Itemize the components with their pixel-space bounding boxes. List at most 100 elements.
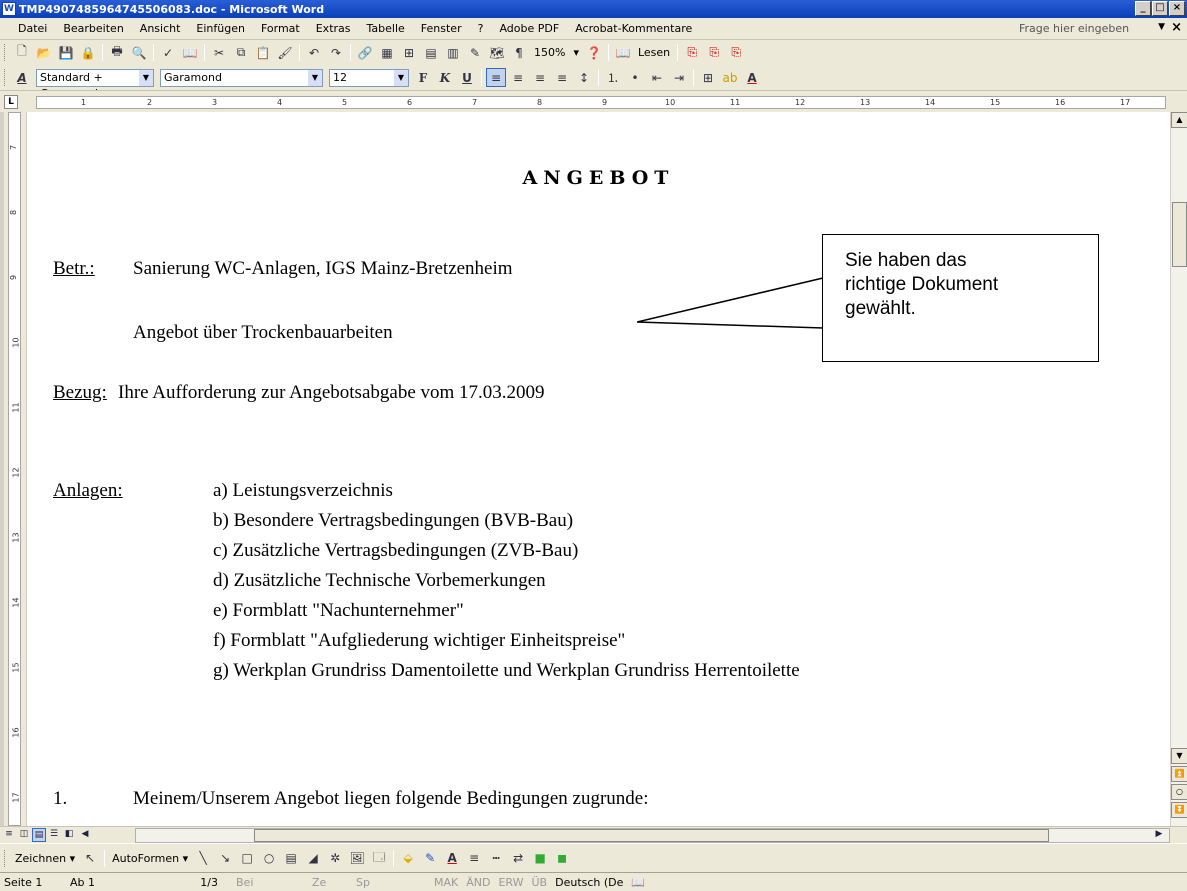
outline-view-icon[interactable]: ☰ [47,828,61,842]
research-icon[interactable]: 📖 [180,43,200,62]
line-icon[interactable]: ╲ [193,849,213,868]
zoom-value[interactable]: 150% [534,46,565,59]
scroll-up-icon[interactable]: ▲ [1171,112,1187,128]
permission-icon[interactable]: 🔒 [78,43,98,62]
bullets-icon[interactable]: • [625,68,645,87]
arrow-icon[interactable]: ↘ [215,849,235,868]
read-icon[interactable]: 📖 [613,43,633,62]
paste-icon[interactable]: 📋 [253,43,273,62]
redo-icon[interactable]: ↷ [326,43,346,62]
browse-object-icon[interactable]: ○ [1171,784,1187,800]
zeichnen-menu[interactable]: Zeichnen ▾ [15,852,75,865]
chevron-down-icon[interactable]: ▼ [139,69,153,86]
italic-button[interactable]: K [435,68,455,87]
3d-icon[interactable]: ◼ [552,849,572,868]
highlight-icon[interactable]: ab [720,68,740,87]
format-painter-icon[interactable]: 🖌 [275,43,295,62]
menu-extras[interactable]: Extras [308,22,359,35]
copy-icon[interactable]: ⧉ [231,43,251,62]
menu-einfuegen[interactable]: Einfügen [188,22,253,35]
drawing-icon[interactable]: ✎ [465,43,485,62]
menu-fenster[interactable]: Fenster [413,22,470,35]
normal-view-icon[interactable]: ≡ [2,828,16,842]
styles-formatting-icon[interactable]: A [12,68,32,87]
chevron-down-icon[interactable]: ▼ [308,69,322,86]
insert-picture-icon[interactable]: 🗔 [369,849,389,868]
menu-ansicht[interactable]: Ansicht [132,22,189,35]
tables-borders-icon[interactable]: ▦ [377,43,397,62]
toolbar-grip[interactable] [4,849,7,867]
undo-icon[interactable]: ↶ [304,43,324,62]
tab-selector-icon[interactable]: L [4,95,18,109]
shadow-icon[interactable]: ■ [530,849,550,868]
font-color-icon[interactable]: A [742,68,762,87]
horizontal-ruler[interactable]: 1 2 3 4 5 6 7 8 9 10 11 12 13 14 15 16 1… [36,96,1166,109]
menu-datei[interactable]: Datei [10,22,55,35]
pdf-convert-icon[interactable]: ⎘ [682,43,702,62]
document-map-icon[interactable]: 🗺 [487,43,507,62]
close-document-button[interactable]: × [1171,20,1182,35]
increase-indent-icon[interactable]: ⇥ [669,68,689,87]
line-spacing-icon[interactable]: ↕ [574,68,594,87]
insert-excel-icon[interactable]: ▤ [421,43,441,62]
columns-icon[interactable]: ▥ [443,43,463,62]
menu-adobe-pdf[interactable]: Adobe PDF [491,22,567,35]
menu-format[interactable]: Format [253,22,308,35]
clipart-icon[interactable]: 🖼 [347,849,367,868]
border-icon[interactable]: ⊞ [698,68,718,87]
chevron-down-icon[interactable]: ▼ [394,69,408,86]
bold-button[interactable]: F [413,68,433,87]
line-style-icon[interactable]: ≡ [464,849,484,868]
status-overtype[interactable]: ÜB [528,876,552,889]
status-macro[interactable]: MAK [430,876,462,889]
menu-tabelle[interactable]: Tabelle [359,22,413,35]
previous-page-icon[interactable]: ⏫ [1171,766,1187,782]
vertical-scrollbar[interactable]: ▲ ▼ ⏫ ○ ⏬ [1170,112,1187,826]
print-preview-icon[interactable]: 🔍 [129,43,149,62]
insert-table-icon[interactable]: ⊞ [399,43,419,62]
arrow-style-icon[interactable]: ⇄ [508,849,528,868]
align-right-icon[interactable]: ≡ [530,68,550,87]
underline-button[interactable]: U [457,68,477,87]
scroll-down-icon[interactable]: ▼ [1171,748,1187,764]
next-page-icon[interactable]: ⏬ [1171,802,1187,818]
status-track-changes[interactable]: ÄND [462,876,494,889]
scroll-left-icon[interactable]: ◀ [78,828,92,842]
dash-style-icon[interactable]: ┅ [486,849,506,868]
zoom-dropdown-icon[interactable]: ▾ [573,46,579,59]
document-page[interactable]: ANGEBOT Betr.: Sanierung WC-Anlagen, IGS… [27,112,1170,826]
align-center-icon[interactable]: ≡ [508,68,528,87]
font-size-select[interactable]: 12 ▼ [329,68,409,87]
toolbar-grip[interactable] [4,44,7,61]
new-document-icon[interactable]: 🗋 [12,43,32,62]
callout-box[interactable]: Sie haben das richtige Dokument gewählt. [822,234,1099,362]
justify-icon[interactable]: ≡ [552,68,572,87]
pdf-email-icon[interactable]: ⎘ [704,43,724,62]
wordart-icon[interactable]: ◢ [303,849,323,868]
read-button[interactable]: Lesen [638,46,670,59]
print-icon[interactable]: 🖶 [107,43,127,62]
rectangle-icon[interactable]: □ [237,849,257,868]
maximize-button[interactable]: □ [1152,1,1168,16]
spelling-status-icon[interactable]: 📖 [627,876,649,889]
reading-view-icon[interactable]: ◧ [62,828,76,842]
save-icon[interactable]: 💾 [56,43,76,62]
menu-bearbeiten[interactable]: Bearbeiten [55,22,131,35]
show-hide-icon[interactable]: ¶ [509,43,529,62]
oval-icon[interactable]: ○ [259,849,279,868]
align-left-icon[interactable]: ≡ [486,68,506,87]
word-app-icon[interactable]: W [2,2,16,16]
minimize-button[interactable]: _ [1135,1,1151,16]
help-search-input[interactable]: Frage hier eingeben [1015,21,1145,37]
line-color-icon[interactable]: ✎ [420,849,440,868]
horizontal-scrollbar[interactable] [135,828,1170,843]
pdf-review-icon[interactable]: ⎘ [726,43,746,62]
print-layout-icon[interactable]: ▤ [32,828,46,842]
scroll-right-icon[interactable]: ▶ [1152,828,1166,842]
select-objects-icon[interactable]: ↖ [80,849,100,868]
font-select[interactable]: Garamond ▼ [160,68,323,87]
style-select[interactable]: Standard + Garamond ▼ [36,68,154,100]
fill-color-icon[interactable]: ⬙ [398,849,418,868]
textbox-icon[interactable]: ▤ [281,849,301,868]
hyperlink-icon[interactable]: 🔗 [355,43,375,62]
